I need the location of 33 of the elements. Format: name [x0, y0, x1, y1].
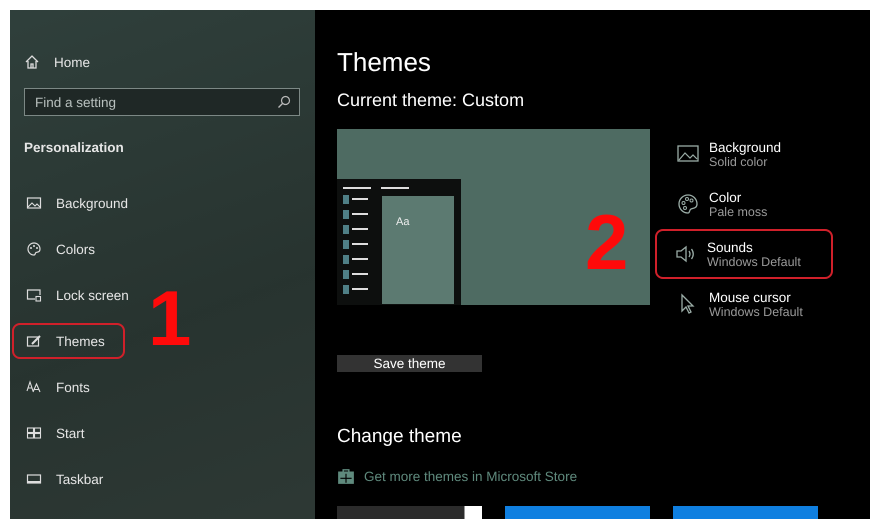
palette-icon [677, 193, 699, 215]
sidebar-item[interactable]: Taskbar [22, 461, 114, 497]
save-theme-button[interactable]: Save theme [337, 355, 482, 372]
search-icon [277, 95, 291, 109]
sidebar-item[interactable]: Start [22, 415, 95, 451]
background-icon [26, 195, 42, 211]
search-field[interactable]: Find a setting [24, 88, 300, 116]
fonts-icon [26, 379, 42, 395]
home-icon [24, 54, 40, 70]
callout-number: 2 [585, 203, 628, 281]
sidebar-item[interactable]: Background [22, 185, 138, 221]
lock-icon [26, 287, 42, 303]
section-heading: Personalization [24, 140, 125, 155]
sidebar-item[interactable]: Fonts [22, 369, 100, 405]
colors-icon [26, 241, 42, 257]
store-bag-icon [337, 467, 355, 485]
section-heading: Change theme [337, 426, 463, 448]
theme-setting[interactable]: Mouse cursor Windows Default [675, 279, 833, 329]
theme-setting[interactable]: Sounds Windows Default [655, 229, 833, 279]
sidebar-item[interactable]: Colors [22, 231, 106, 267]
sidebar-item[interactable]: Themes [12, 323, 125, 359]
theme-setting[interactable]: Background Solid color [675, 129, 833, 179]
theme-setting[interactable]: Color Pale moss [675, 179, 833, 229]
page-title: Themes [337, 47, 432, 78]
current-theme-heading: Current theme: Custom [337, 90, 526, 111]
home-link[interactable]: Home [54, 54, 90, 70]
callout-number: 1 [148, 279, 192, 357]
sidebar-item[interactable]: Lock screen [22, 277, 139, 313]
preview-text: Aa [396, 216, 410, 228]
start-icon [26, 425, 42, 441]
themes-icon [26, 333, 42, 349]
store-link[interactable]: Get more themes in Microsoft Store [364, 468, 578, 484]
speaker-icon [675, 243, 697, 265]
